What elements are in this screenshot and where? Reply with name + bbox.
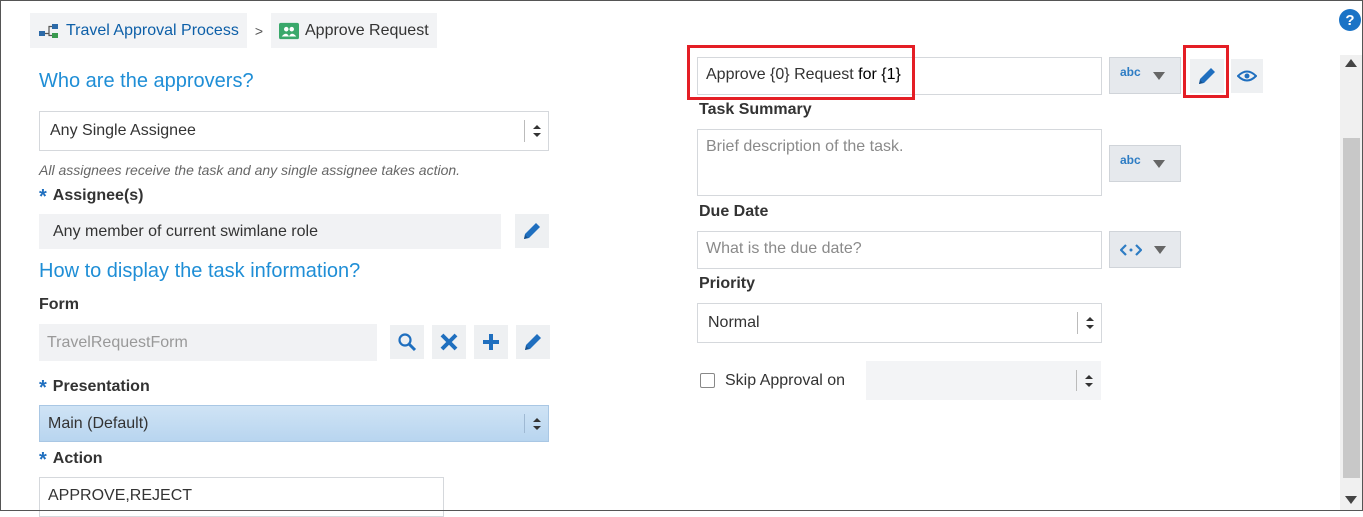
select-arrows-icon bbox=[524, 414, 548, 433]
presentation-select[interactable]: Main (Default) bbox=[39, 405, 549, 442]
highlight-box-edit bbox=[1183, 45, 1229, 98]
select-arrows-icon bbox=[524, 120, 548, 142]
breadcrumb-parent-link[interactable]: Travel Approval Process bbox=[66, 22, 239, 40]
required-marker: * bbox=[39, 449, 47, 471]
summary-type-dropdown[interactable]: abc bbox=[1109, 145, 1181, 182]
task-summary-input[interactable]: Brief description of the task. bbox=[697, 129, 1102, 196]
due-date-type-dropdown[interactable] bbox=[1109, 231, 1181, 268]
breadcrumb-separator: > bbox=[254, 22, 263, 39]
skip-approval-label: Skip Approval on bbox=[725, 372, 846, 389]
edit-form-button[interactable] bbox=[516, 325, 550, 359]
chevron-down-icon bbox=[1152, 71, 1165, 80]
approver-type-select[interactable]: Any Single Assignee bbox=[39, 111, 549, 151]
title-type-dropdown[interactable]: abc bbox=[1109, 57, 1181, 94]
preview-title-button[interactable] bbox=[1231, 59, 1263, 93]
pencil-icon bbox=[524, 223, 540, 239]
highlight-box-title bbox=[687, 45, 915, 100]
add-form-button[interactable] bbox=[474, 325, 508, 359]
eye-icon bbox=[1237, 70, 1257, 82]
chevron-down-icon bbox=[1154, 245, 1166, 254]
scrollbar-thumb[interactable] bbox=[1343, 138, 1360, 478]
form-field: TravelRequestForm bbox=[39, 324, 377, 361]
scroll-up-icon[interactable] bbox=[1345, 59, 1357, 67]
expression-icon bbox=[1120, 243, 1142, 256]
pencil-icon bbox=[525, 334, 541, 350]
due-date-input[interactable]: What is the due date? bbox=[697, 231, 1102, 269]
plus-icon bbox=[483, 334, 499, 350]
human-task-icon bbox=[279, 22, 299, 39]
breadcrumb-current: Approve Request bbox=[271, 13, 437, 48]
presentation-value: Main (Default) bbox=[48, 414, 149, 432]
process-icon bbox=[39, 23, 58, 38]
approvers-section-title: Who are the approvers? bbox=[39, 70, 254, 92]
edit-assignee-button[interactable] bbox=[515, 214, 549, 248]
breadcrumb-current-label: Approve Request bbox=[305, 21, 429, 39]
breadcrumb: Travel Approval Process > Approve Reques… bbox=[30, 13, 437, 48]
required-marker: * bbox=[39, 377, 47, 399]
due-date-label: Due Date bbox=[699, 203, 769, 220]
select-arrows-icon bbox=[1077, 312, 1101, 334]
skip-approval-checkbox[interactable] bbox=[700, 373, 715, 388]
search-form-button[interactable] bbox=[390, 325, 424, 359]
breadcrumb-parent[interactable]: Travel Approval Process bbox=[30, 13, 247, 48]
approvers-hint: All assignees receive the task and any s… bbox=[39, 162, 461, 178]
search-icon bbox=[398, 333, 417, 352]
presentation-label: * Presentation bbox=[39, 377, 150, 399]
help-button[interactable]: ? bbox=[1339, 9, 1361, 31]
action-input[interactable]: APPROVE,REJECT bbox=[39, 477, 444, 517]
assignee-label: * Assignee(s) bbox=[39, 186, 144, 208]
form-label: Form bbox=[39, 296, 79, 313]
priority-value: Normal bbox=[708, 314, 760, 331]
action-label: * Action bbox=[39, 449, 103, 471]
select-arrows-icon bbox=[1076, 370, 1100, 391]
assignee-field: Any member of current swimlane role bbox=[39, 214, 501, 249]
priority-label: Priority bbox=[699, 275, 756, 292]
required-marker: * bbox=[39, 186, 47, 208]
close-icon bbox=[440, 333, 458, 351]
scroll-down-icon[interactable] bbox=[1345, 496, 1357, 504]
chevron-down-icon bbox=[1152, 159, 1165, 168]
priority-select[interactable]: Normal bbox=[697, 303, 1102, 343]
clear-form-button[interactable] bbox=[432, 325, 466, 359]
task-summary-label: Task Summary bbox=[699, 101, 812, 118]
approver-type-value: Any Single Assignee bbox=[50, 122, 196, 139]
skip-approval-select[interactable] bbox=[866, 361, 1101, 400]
display-section-title: How to display the task information? bbox=[39, 260, 361, 282]
